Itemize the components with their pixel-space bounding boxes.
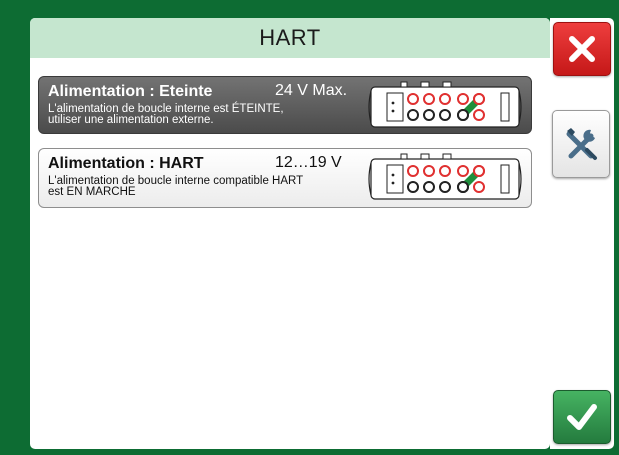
- terminal-connection-diagram: [368, 81, 522, 128]
- option-power-off-button[interactable]: Alimentation : Eteinte 24 V Max. L'alime…: [38, 76, 532, 134]
- option-voltage: 24 V Max.: [275, 82, 348, 99]
- page-title: HART: [259, 25, 321, 50]
- ok-button[interactable]: [553, 390, 611, 444]
- tools-button[interactable]: [552, 110, 610, 178]
- checkmark-icon: [567, 404, 597, 430]
- close-x-icon: [569, 36, 595, 62]
- close-button[interactable]: [553, 22, 611, 76]
- option-title: Alimentation : Eteinte: [48, 83, 213, 100]
- option-description-line: utiliser une alimentation externe.: [48, 114, 214, 126]
- main-screen: HART Alimentation : Eteinte 24 V Max. L'…: [30, 18, 550, 449]
- option-title: Alimentation : HART: [48, 155, 204, 172]
- side-button-panel: [550, 18, 614, 449]
- option-description: L'alimentation de boucle interne est ÉTE…: [48, 103, 358, 126]
- title-bar: HART: [30, 18, 550, 58]
- terminal-connection-diagram: [368, 153, 522, 200]
- option-voltage: 12…19 V: [275, 154, 342, 171]
- option-description: L'alimentation de boucle interne compati…: [48, 175, 358, 198]
- option-power-hart-button[interactable]: Alimentation : HART 12…19 V L'alimentati…: [38, 148, 532, 208]
- option-description-line: est EN MARCHE: [48, 186, 136, 198]
- wrench-screwdriver-icon: [566, 128, 597, 160]
